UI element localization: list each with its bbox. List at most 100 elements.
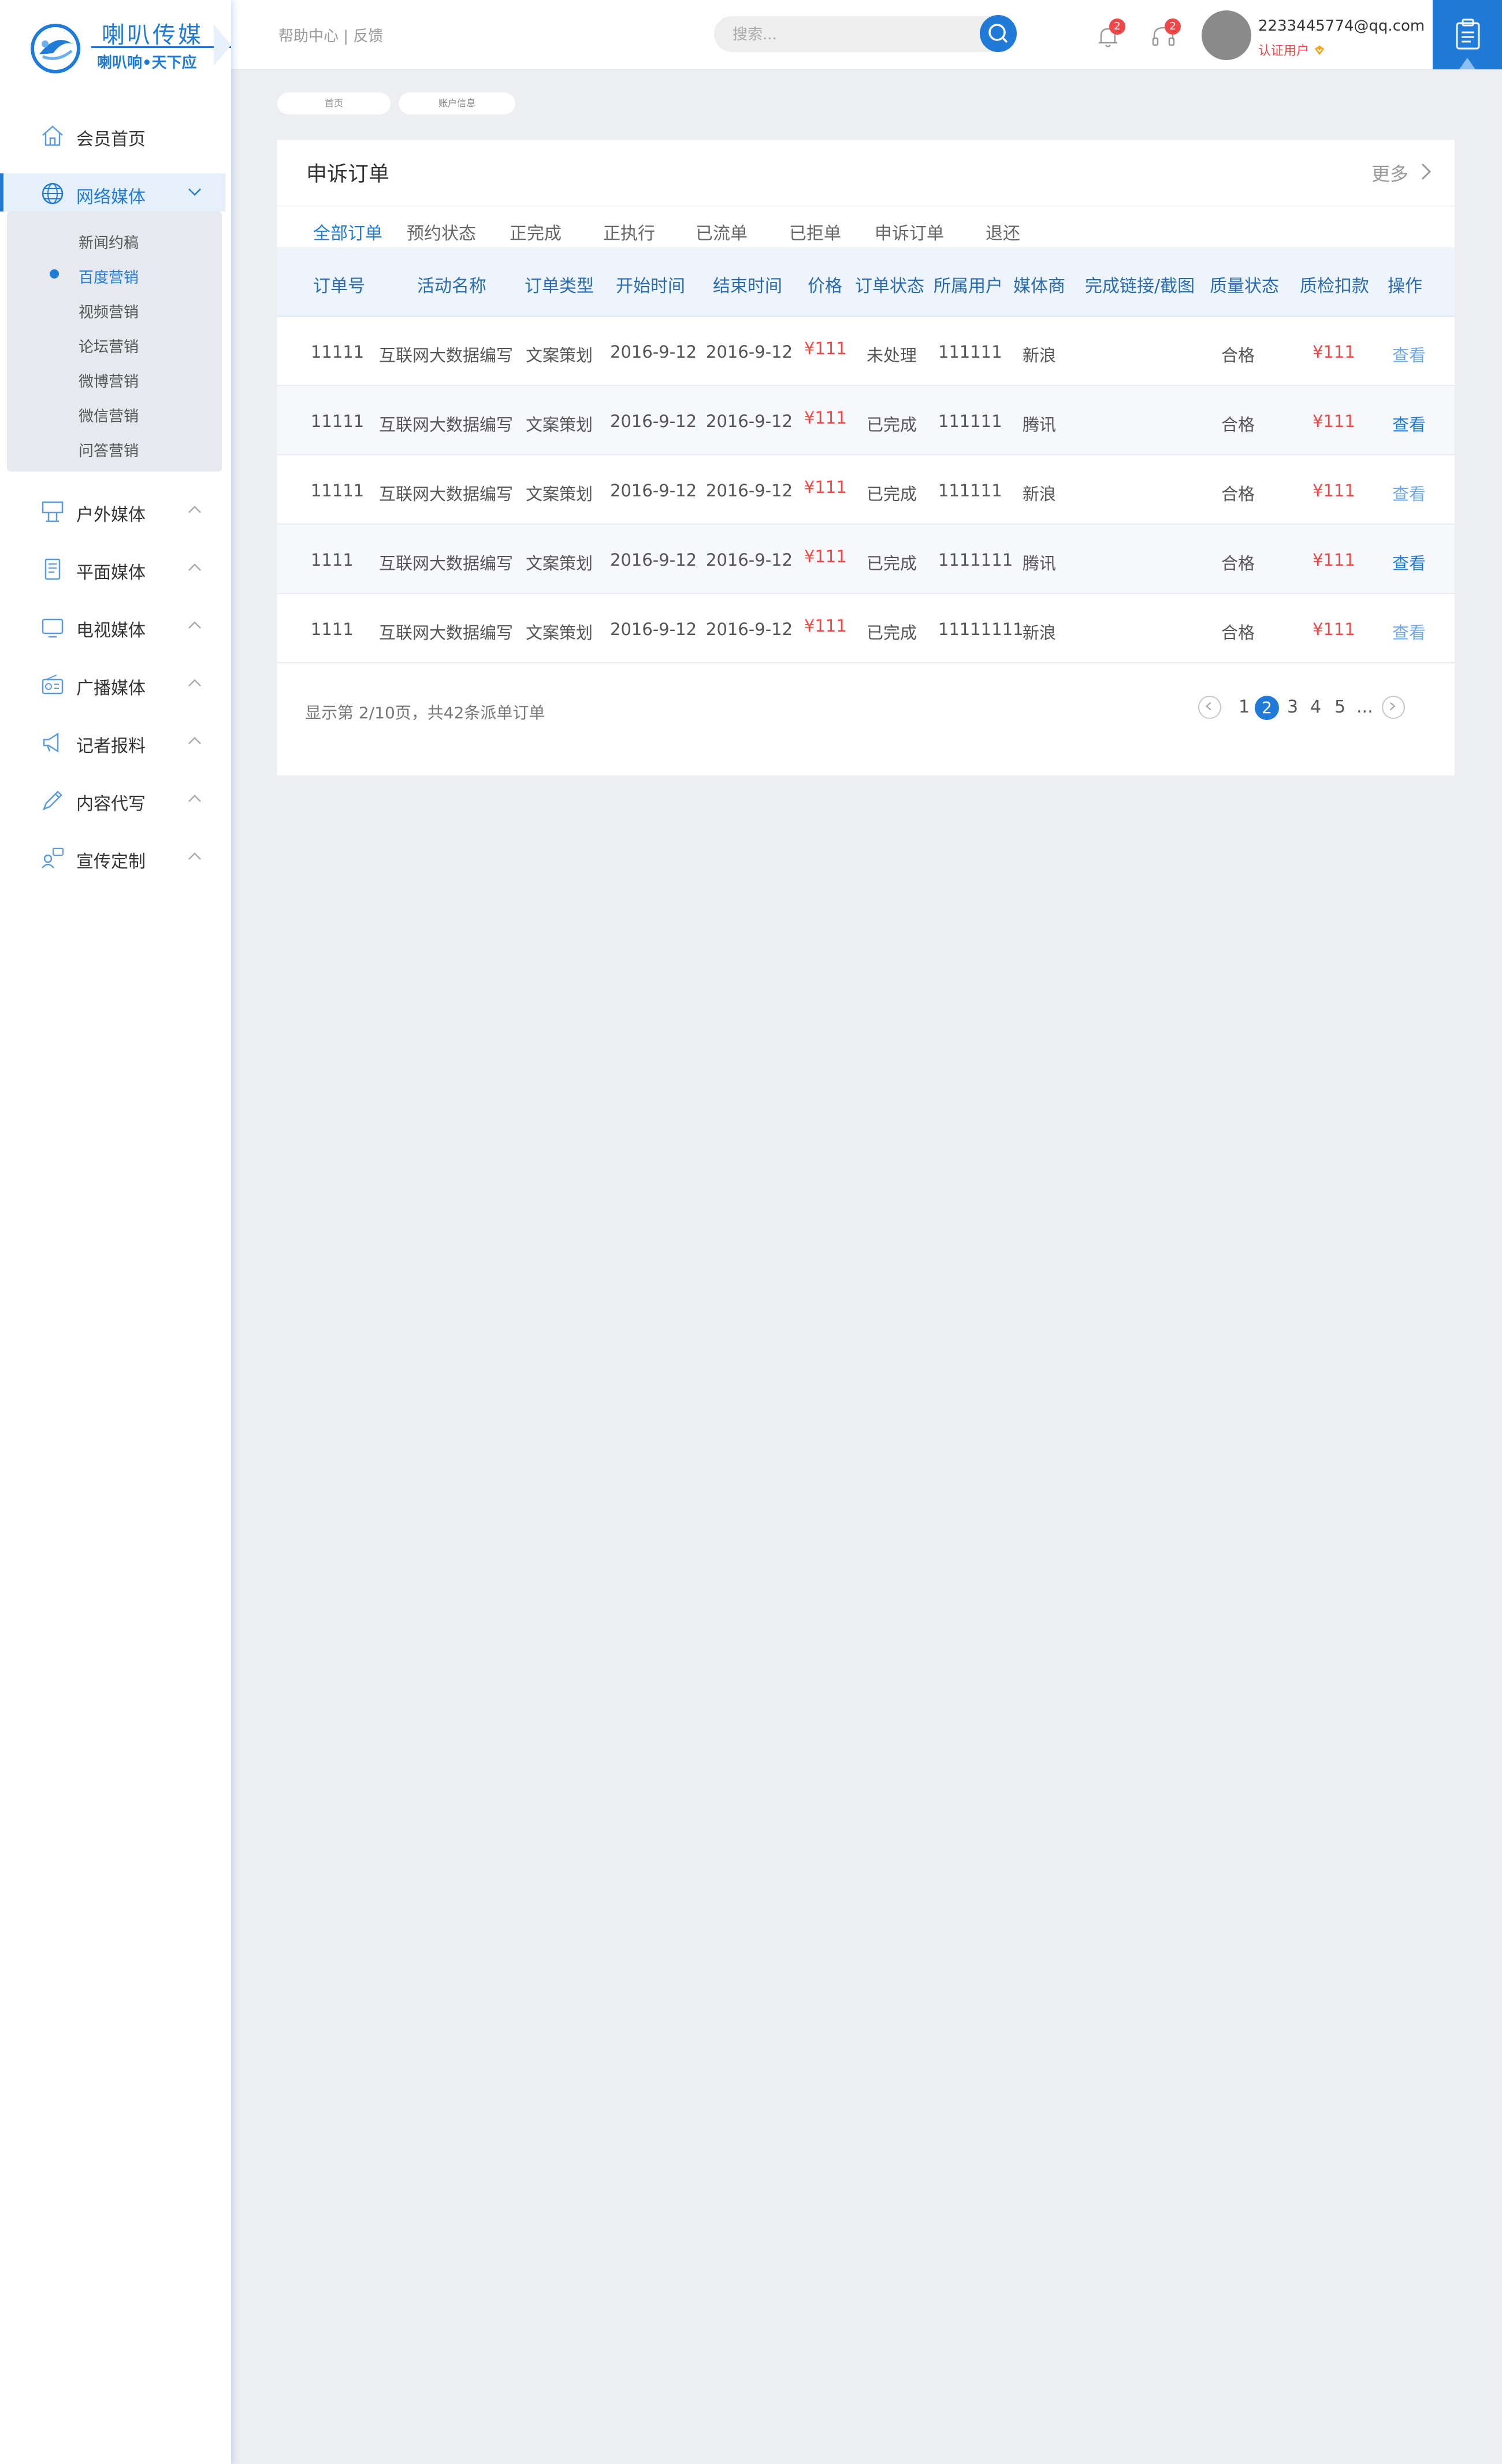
next-page-button[interactable] bbox=[1382, 696, 1405, 719]
cell-quality-status: 合格 bbox=[1221, 484, 1255, 504]
help-center-link[interactable]: 帮助中心 bbox=[278, 28, 339, 45]
cell-order-type: 文案策划 bbox=[526, 415, 593, 435]
sidebar-item-reporter[interactable]: 记者报料 bbox=[0, 722, 225, 760]
logo-title: 喇叭传媒 bbox=[102, 22, 203, 49]
cell-quality-deduction: ¥111 bbox=[1313, 342, 1355, 362]
cell-quality-deduction: ¥111 bbox=[1313, 481, 1355, 500]
notifications-badge: 2 bbox=[1109, 18, 1125, 35]
tab-completing[interactable]: 正完成 bbox=[510, 219, 562, 244]
submenu-item-news[interactable]: 新闻约稿 bbox=[79, 231, 139, 253]
column-order-id: 订单号 bbox=[313, 276, 365, 296]
cell-order-type: 文案策划 bbox=[526, 484, 593, 504]
cell-activity-name: 互联网大数据编写 bbox=[379, 623, 514, 643]
user-email: 2233445774@qq.com bbox=[1258, 17, 1425, 35]
cell-order-id: 11111 bbox=[311, 411, 365, 431]
submenu-item-forum[interactable]: 论坛营销 bbox=[79, 335, 139, 357]
order-tabs: 全部订单 预约状态 正完成 正执行 已流单 已拒单 申诉订单 退还 bbox=[277, 206, 1455, 248]
table-row: 1111 互联网大数据编写 文案策划 2016-9-12 2016-9-12 ¥… bbox=[277, 525, 1455, 594]
cell-price: ¥111 bbox=[804, 477, 847, 497]
column-quality-deduction: 质检扣款 bbox=[1300, 276, 1369, 296]
sidebar-item-network-media[interactable]: 网络媒体 bbox=[0, 173, 225, 211]
chevron-up-icon bbox=[188, 563, 201, 571]
page-4[interactable]: 4 bbox=[1310, 697, 1321, 717]
customer-service-button[interactable]: 2 bbox=[1147, 18, 1181, 53]
cell-order-status: 未处理 bbox=[867, 346, 917, 365]
pen-icon bbox=[42, 791, 62, 811]
sidebar-item-content-writing[interactable]: 内容代写 bbox=[0, 780, 225, 818]
table-row: 11111 互联网大数据编写 文案策划 2016-9-12 2016-9-12 … bbox=[277, 386, 1455, 455]
sidebar-item-radio-media[interactable]: 广播媒体 bbox=[0, 665, 225, 703]
cell-start-time: 2016-9-12 bbox=[610, 342, 697, 362]
page-5[interactable]: 5 bbox=[1334, 697, 1345, 717]
view-button[interactable]: 查看 bbox=[1392, 481, 1426, 505]
sidebar-item-custom-promotion[interactable]: 宣传定制 bbox=[0, 838, 225, 876]
page-1[interactable]: 1 bbox=[1239, 697, 1250, 717]
chevron-up-icon bbox=[188, 737, 201, 744]
more-link[interactable]: 更多 bbox=[1371, 159, 1408, 186]
custom-icon bbox=[42, 848, 64, 869]
column-quality-status: 质量状态 bbox=[1210, 276, 1279, 296]
tv-icon bbox=[42, 618, 64, 638]
sidebar-item-tv-media[interactable]: 电视媒体 bbox=[0, 607, 225, 645]
cell-activity-name: 互联网大数据编写 bbox=[379, 415, 514, 435]
tab-all-orders[interactable]: 全部订单 bbox=[313, 219, 382, 244]
chevron-up-icon bbox=[188, 679, 201, 686]
tab-executing[interactable]: 正执行 bbox=[603, 219, 655, 244]
tab-lost-orders[interactable]: 已流单 bbox=[696, 219, 748, 244]
chevron-up-icon bbox=[188, 795, 201, 802]
sidebar-item-label: 平面媒体 bbox=[76, 563, 146, 583]
search-button[interactable] bbox=[980, 15, 1017, 52]
view-button[interactable]: 查看 bbox=[1392, 619, 1426, 644]
cell-price: ¥111 bbox=[804, 408, 847, 428]
chevron-left-icon bbox=[1205, 702, 1211, 711]
sidebar-item-member-home[interactable]: 会员首页 bbox=[0, 116, 225, 154]
submenu-item-baidu[interactable]: 百度营销 bbox=[79, 266, 139, 287]
column-start-time: 开始时间 bbox=[616, 276, 685, 296]
view-button[interactable]: 查看 bbox=[1392, 550, 1426, 574]
tab-reservation-status[interactable]: 预约状态 bbox=[407, 219, 476, 244]
sidebar-item-outdoor-media[interactable]: 户外媒体 bbox=[0, 491, 225, 529]
cell-end-time: 2016-9-12 bbox=[706, 619, 793, 639]
cell-end-time: 2016-9-12 bbox=[706, 550, 793, 570]
logo-divider bbox=[91, 46, 231, 48]
verified-badge-icon bbox=[1314, 45, 1325, 55]
prev-page-button[interactable] bbox=[1198, 696, 1221, 719]
submenu-item-wechat[interactable]: 微信营销 bbox=[79, 405, 139, 426]
column-completion-link: 完成链接/截图 bbox=[1085, 276, 1195, 296]
page-current[interactable]: 2 bbox=[1255, 696, 1279, 720]
submenu-item-weibo[interactable]: 微博营销 bbox=[79, 370, 139, 391]
logo[interactable]: 喇叭传媒 喇叭响•天下应 bbox=[28, 16, 231, 74]
cell-user: 111111 bbox=[938, 481, 1002, 500]
sidebar-item-print-media[interactable]: 平面媒体 bbox=[0, 549, 225, 587]
column-price: 价格 bbox=[808, 276, 842, 296]
chevron-right-icon bbox=[1389, 702, 1396, 711]
tab-refund[interactable]: 退还 bbox=[986, 219, 1020, 244]
feedback-link[interactable]: 反馈 bbox=[353, 28, 383, 45]
corner-indicator bbox=[1459, 58, 1475, 69]
view-button[interactable]: 查看 bbox=[1392, 411, 1426, 436]
cell-order-status: 已完成 bbox=[867, 623, 917, 643]
page-3[interactable]: 3 bbox=[1287, 697, 1298, 717]
sidebar-item-label: 网络媒体 bbox=[76, 187, 146, 207]
chevron-right-icon[interactable] bbox=[1420, 162, 1433, 181]
submenu-item-qa[interactable]: 问答营销 bbox=[79, 439, 139, 461]
cell-quality-deduction: ¥111 bbox=[1313, 550, 1355, 570]
clipboard-button[interactable] bbox=[1433, 0, 1502, 69]
submenu-item-video[interactable]: 视频营销 bbox=[79, 300, 139, 322]
search-input[interactable] bbox=[731, 23, 965, 46]
column-activity-name: 活动名称 bbox=[417, 276, 486, 296]
breadcrumb-home[interactable]: 首页 bbox=[277, 92, 391, 114]
breadcrumb-account-info[interactable]: 账户信息 bbox=[399, 92, 515, 114]
avatar[interactable] bbox=[1202, 10, 1251, 60]
cell-vendor: 新浪 bbox=[1023, 346, 1057, 365]
chevron-up-icon bbox=[188, 506, 201, 513]
view-button[interactable]: 查看 bbox=[1392, 342, 1426, 366]
notifications-button[interactable]: 2 bbox=[1092, 18, 1125, 53]
tab-complaint-orders[interactable]: 申诉订单 bbox=[875, 219, 944, 244]
megaphone-icon bbox=[43, 732, 59, 753]
tab-rejected-orders[interactable]: 已拒单 bbox=[789, 219, 841, 244]
cell-start-time: 2016-9-12 bbox=[610, 619, 697, 639]
cell-start-time: 2016-9-12 bbox=[610, 411, 697, 431]
column-order-type: 订单类型 bbox=[525, 276, 594, 296]
cell-user: 111111 bbox=[938, 411, 1002, 431]
